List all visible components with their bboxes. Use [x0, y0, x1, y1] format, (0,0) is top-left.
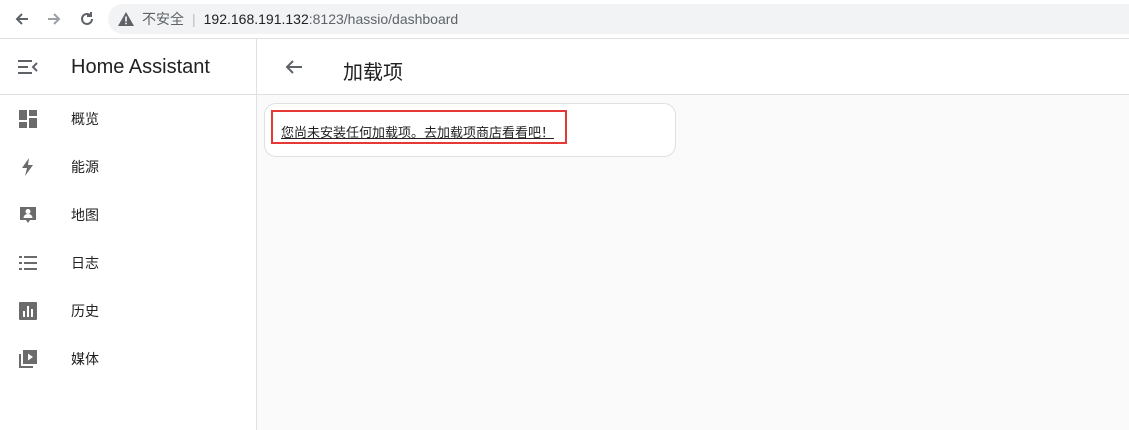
url-host: 192.168.191.132: [203, 11, 309, 27]
sidebar-item-label: 日志: [71, 255, 99, 271]
sidebar-item-label: 能源: [71, 159, 99, 175]
menu-collapse-icon[interactable]: [18, 58, 38, 76]
main-content: 加载项 您尚未安装任何加载项。去加载项商店看看吧！: [257, 39, 1129, 430]
sidebar-item-label: 地图: [71, 207, 99, 223]
arrow-left-icon: [285, 60, 302, 74]
page-header: 加载项: [257, 39, 1129, 95]
sidebar-header: Home Assistant: [0, 39, 256, 95]
sidebar-nav: 概览 能源 地图 日志 历史 媒体: [0, 95, 256, 383]
insecure-label[interactable]: 不安全: [142, 9, 184, 29]
media-play-icon: [18, 349, 38, 369]
browser-forward-button[interactable]: [44, 9, 64, 29]
sidebar-item-energy[interactable]: 能源: [0, 143, 256, 191]
sidebar-item-label: 媒体: [71, 351, 99, 367]
browser-back-button[interactable]: [12, 9, 32, 29]
url-separator: |: [192, 11, 196, 27]
page-title: 加载项: [343, 62, 403, 84]
sidebar-item-label: 概览: [71, 111, 99, 127]
back-button[interactable]: [285, 57, 307, 77]
sidebar-item-overview[interactable]: 概览: [0, 95, 256, 143]
empty-state-card: 您尚未安装任何加载项。去加载项商店看看吧！: [264, 103, 676, 157]
browser-reload-button[interactable]: [77, 9, 97, 29]
arrow-right-icon: [48, 13, 61, 25]
arrow-left-icon: [15, 13, 28, 25]
lightning-bolt-icon: [18, 157, 38, 177]
app-title: Home Assistant: [71, 56, 210, 78]
url-path: :8123/hassio/dashboard: [308, 11, 459, 27]
reload-icon: [81, 12, 93, 25]
sidebar-item-map[interactable]: 地图: [0, 191, 256, 239]
address-bar[interactable]: 不安全 | 192.168.191.132 :8123/hassio/dashb…: [108, 4, 1129, 34]
map-person-icon: [18, 205, 38, 225]
browser-toolbar: 不安全 | 192.168.191.132 :8123/hassio/dashb…: [0, 0, 1129, 39]
sidebar: Home Assistant 概览 能源 地图 日志 历史 媒体: [0, 39, 257, 430]
dashboard-icon: [18, 109, 38, 129]
sidebar-item-logbook[interactable]: 日志: [0, 239, 256, 287]
sidebar-item-history[interactable]: 历史: [0, 287, 256, 335]
sidebar-item-label: 历史: [71, 303, 99, 319]
warning-triangle-icon[interactable]: [118, 11, 136, 27]
chart-box-icon: [18, 301, 38, 321]
list-icon: [18, 253, 38, 273]
sidebar-item-media[interactable]: 媒体: [0, 335, 256, 383]
addon-store-link[interactable]: 您尚未安装任何加载项。去加载项商店看看吧！: [281, 122, 554, 141]
